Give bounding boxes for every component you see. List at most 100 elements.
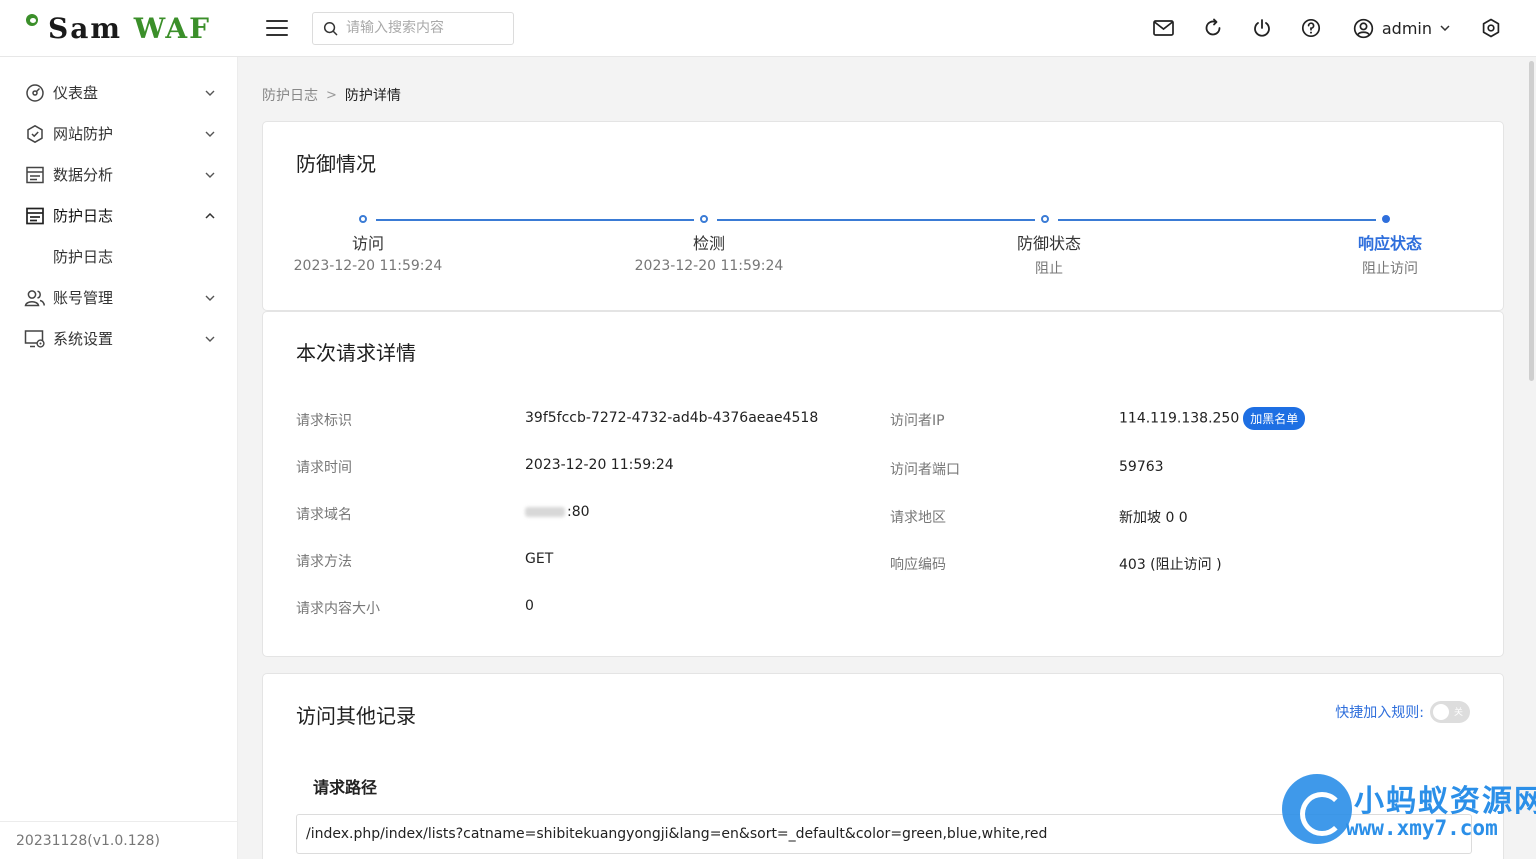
breadcrumb-current: 防护详情: [344, 88, 401, 104]
detail-label: 请求时间: [296, 460, 352, 476]
sidebar-item-label: 数据分析: [53, 166, 114, 184]
sidebar-subitem-protection-log[interactable]: 防护日志: [0, 236, 237, 277]
detail-label: 请求内容大小: [296, 601, 380, 617]
chevron-down-icon: [205, 172, 215, 178]
sidebar-item-protection-log[interactable]: 防护日志: [0, 195, 237, 236]
request-domain-value: :80: [525, 504, 590, 520]
sidebar-item-label: 网站防护: [53, 125, 114, 143]
step-connector: [376, 219, 694, 221]
defense-steps: 访问 2023-12-20 11:59:24 检测 2023-12-20 11:…: [263, 215, 1505, 287]
card-title: 防御情况: [296, 152, 376, 176]
quick-add-rule-label: 快捷加入规则:: [1335, 705, 1424, 721]
top-header: Sam WAF admin: [0, 0, 1536, 57]
sidebar-item-site-protection[interactable]: 网站防护: [0, 113, 237, 154]
card-title: 本次请求详情: [296, 341, 416, 365]
power-icon[interactable]: [1251, 17, 1273, 39]
quick-add-rule: 快捷加入规则: 关: [1335, 701, 1470, 723]
scrollbar-thumb[interactable]: [1529, 61, 1534, 381]
sidebar: 仪表盘 网站防护 数据分析 防护日志 防护日志 账号管理 系统设置 202311…: [0, 57, 238, 859]
watermark-logo-icon: [1282, 774, 1352, 844]
settings-icon[interactable]: [1480, 17, 1502, 39]
sidebar-item-label: 系统设置: [53, 330, 114, 348]
detail-label: 响应编码: [890, 557, 946, 573]
chevron-down-icon: [205, 90, 215, 96]
detail-label: 访问者端口: [890, 462, 960, 478]
main-content: 防护日志 > 防护详情 防御情况 访问 2023-12-20 11:59:24 …: [238, 57, 1528, 859]
watermark-title: 小蚂蚁资源网: [1354, 784, 1536, 819]
step-connector: [1058, 219, 1376, 221]
request-size-value: 0: [525, 598, 534, 614]
quick-add-rule-toggle[interactable]: 关: [1430, 701, 1470, 723]
logo-waf: WAF: [133, 11, 212, 45]
step-title: 防御状态: [1016, 234, 1081, 253]
shield-icon: [24, 123, 46, 145]
visitor-port-value: 59763: [1119, 459, 1164, 475]
sidebar-item-account-management[interactable]: 账号管理: [0, 277, 237, 318]
app-version: 20231128(v1.0.128): [0, 821, 238, 859]
sidebar-item-data-analysis[interactable]: 数据分析: [0, 154, 237, 195]
card-title: 访问其他记录: [296, 704, 416, 728]
logo-leaf-icon: [26, 14, 40, 32]
detail-label: 请求域名: [296, 507, 352, 523]
mail-icon[interactable]: [1153, 17, 1175, 39]
log-icon: [24, 205, 46, 227]
sidebar-item-label: 账号管理: [53, 289, 114, 307]
dashboard-icon: [24, 82, 46, 104]
step-dot: [700, 215, 708, 223]
breadcrumb-separator: >: [326, 87, 337, 103]
step-dot: [359, 215, 367, 223]
request-details-card: 本次请求详情 请求标识 39f5fccb-7272-4732-ad4b-4376…: [262, 311, 1504, 657]
detail-label: 请求地区: [890, 510, 946, 526]
step-title: 检测: [692, 234, 725, 253]
response-code-value: 403 (阻止访问 ): [1119, 557, 1222, 573]
step-desc: 阻止访问: [1362, 261, 1418, 277]
step-desc: 阻止: [1035, 261, 1063, 277]
request-time-value: 2023-12-20 11:59:24: [525, 457, 674, 473]
breadcrumb: 防护日志 > 防护详情: [262, 85, 401, 105]
chevron-down-icon: [205, 131, 215, 137]
help-icon[interactable]: [1300, 17, 1322, 39]
menu-toggle-icon[interactable]: [266, 20, 288, 36]
toggle-state-text: 关: [1453, 708, 1463, 718]
detail-label: 请求标识: [296, 413, 352, 429]
site-watermark: 小蚂蚁资源网 www.xmy7.com: [1282, 772, 1536, 848]
page-scrollbar[interactable]: [1528, 57, 1536, 859]
step-desc: 2023-12-20 11:59:24: [293, 258, 443, 274]
watermark-url: www.xmy7.com: [1346, 816, 1498, 840]
logo-text: Sam WAF: [48, 12, 211, 45]
refresh-icon[interactable]: [1202, 17, 1224, 39]
logo-sam: Sam: [48, 11, 122, 45]
request-region-value: 新加坡 0 0: [1119, 510, 1188, 526]
search-box[interactable]: [312, 11, 514, 45]
search-input[interactable]: [346, 20, 506, 36]
users-icon: [24, 287, 46, 309]
sidebar-item-label: 防护日志: [53, 207, 114, 225]
step-dot: [1041, 215, 1049, 223]
redacted-domain: [525, 507, 565, 517]
request-id-value: 39f5fccb-7272-4732-ad4b-4376aeae4518: [525, 410, 819, 426]
visitor-ip-value: 114.119.138.250: [1119, 410, 1240, 427]
system-settings-icon: [24, 328, 46, 350]
sidebar-item-label: 仪表盘: [53, 84, 99, 102]
chevron-down-icon: [1440, 25, 1450, 31]
step-title: 响应状态: [1357, 234, 1422, 253]
request-domain-port: :80: [567, 504, 590, 520]
search-icon: [323, 21, 338, 35]
user-menu[interactable]: admin: [1353, 18, 1450, 39]
step-connector: [717, 219, 1035, 221]
add-to-blacklist-button[interactable]: 加黑名单: [1243, 407, 1306, 430]
visitor-ip-row: 114.119.138.250 加黑名单: [1119, 407, 1306, 430]
app-logo[interactable]: Sam WAF: [0, 0, 238, 57]
request-path-heading: 请求路径: [313, 778, 378, 797]
detail-label: 请求方法: [296, 554, 352, 570]
chevron-down-icon: [205, 295, 215, 301]
sidebar-item-system-settings[interactable]: 系统设置: [0, 318, 237, 359]
detail-label: 访问者IP: [890, 413, 945, 429]
step-desc: 2023-12-20 11:59:24: [634, 258, 784, 274]
user-circle-icon: [1353, 18, 1374, 38]
request-method-value: GET: [525, 551, 554, 567]
user-name: admin: [1381, 18, 1432, 38]
sidebar-item-dashboard[interactable]: 仪表盘: [0, 72, 237, 113]
breadcrumb-parent-link[interactable]: 防护日志: [262, 85, 318, 105]
analytics-icon: [24, 164, 46, 186]
